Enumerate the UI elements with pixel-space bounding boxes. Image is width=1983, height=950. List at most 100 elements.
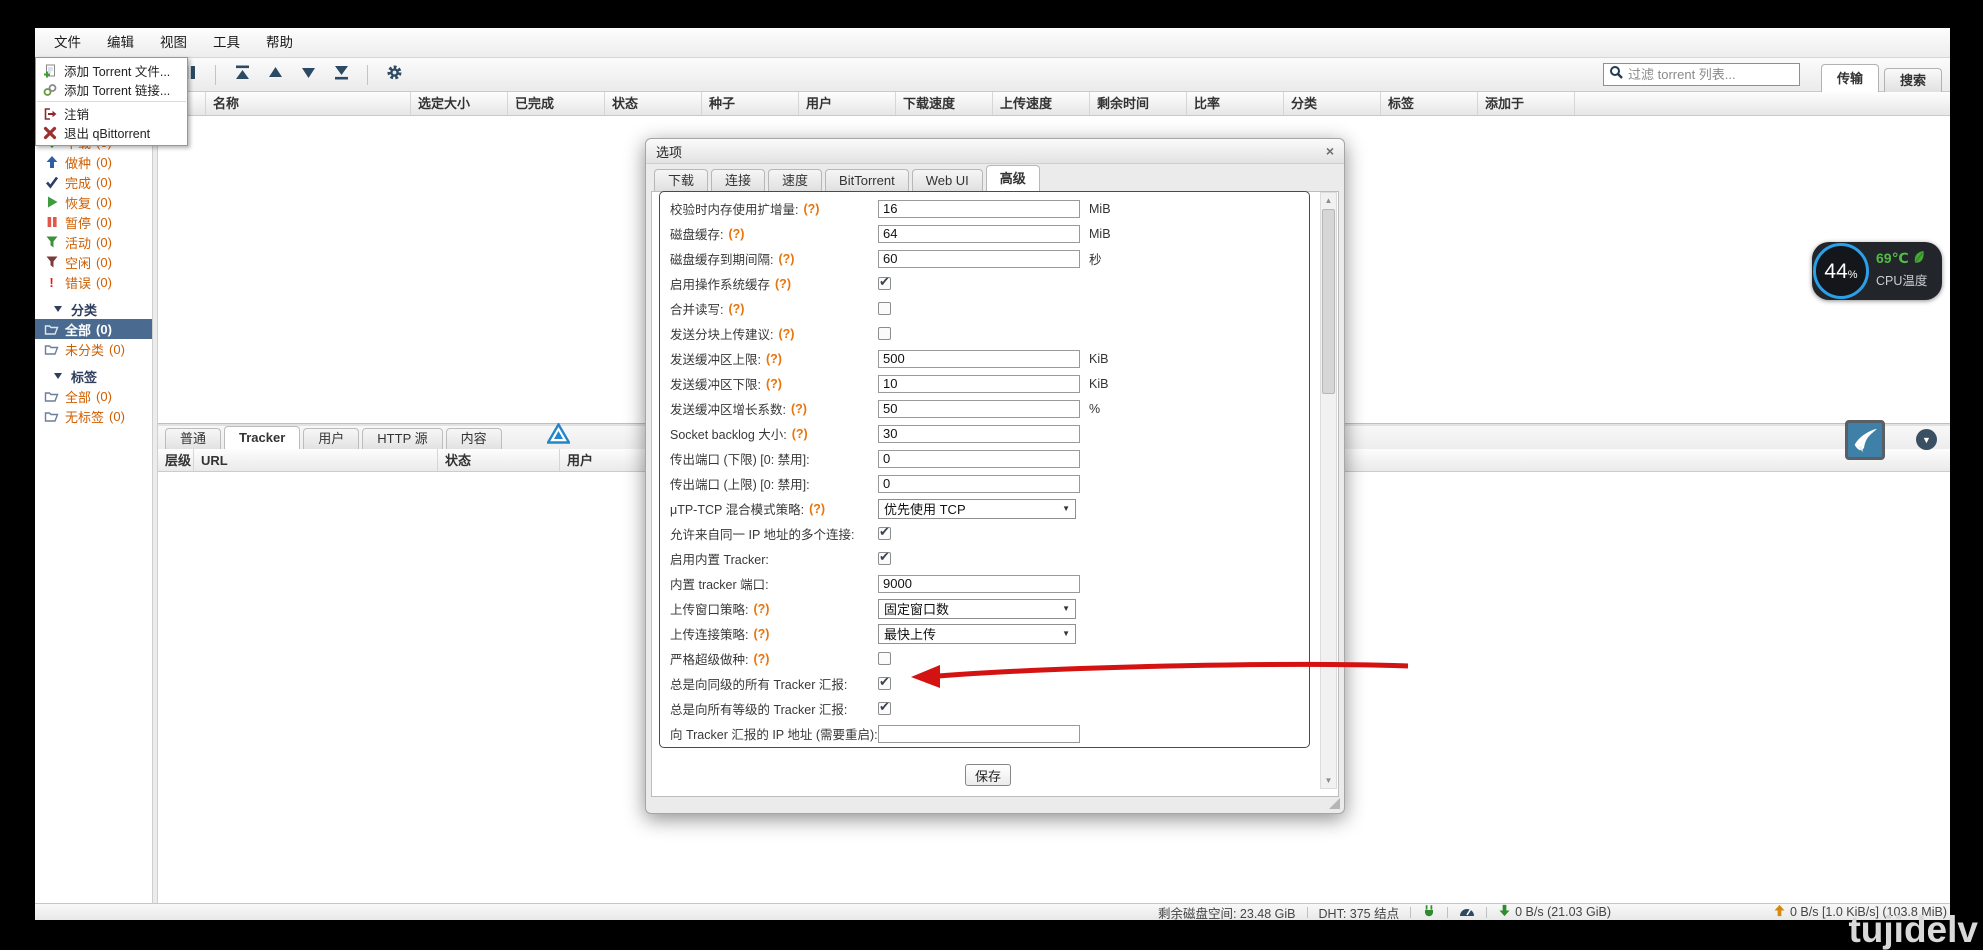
- sidebar-item-暂停[interactable]: 暂停(0): [35, 212, 152, 232]
- help-link[interactable]: (?): [775, 277, 791, 291]
- menubar-item-3[interactable]: 工具: [200, 28, 253, 57]
- setting-input[interactable]: [878, 250, 1080, 268]
- column-header-选定大小[interactable]: 选定大小: [411, 92, 508, 115]
- menubar-item-2[interactable]: 视图: [147, 28, 200, 57]
- setting-checkbox[interactable]: [878, 277, 891, 290]
- setting-input[interactable]: [878, 425, 1080, 443]
- setting-select[interactable]: 优先使用 TCP▼: [878, 499, 1076, 519]
- help-link[interactable]: (?): [766, 352, 782, 366]
- help-link[interactable]: (?): [753, 652, 769, 666]
- setting-checkbox[interactable]: [878, 527, 891, 540]
- sidebar-item-错误[interactable]: !错误(0): [35, 272, 152, 292]
- dialog-tab-Web UI[interactable]: Web UI: [912, 169, 983, 191]
- queue-down-button[interactable]: [299, 66, 317, 84]
- queue-top-button[interactable]: [233, 66, 251, 84]
- column-header-标签[interactable]: 标签: [1381, 92, 1478, 115]
- column-header-上传速度[interactable]: 上传速度: [993, 92, 1090, 115]
- setting-checkbox[interactable]: [878, 552, 891, 565]
- menu-add-torrent-file[interactable]: 添加 Torrent 文件...: [36, 61, 187, 80]
- setting-input[interactable]: [878, 725, 1080, 743]
- sidebar-item-空闲[interactable]: 空闲(0): [35, 252, 152, 272]
- sidebar-item-做种[interactable]: 做种(0): [35, 152, 152, 172]
- torrent-filter-box[interactable]: [1603, 63, 1800, 86]
- dialog-tab-高级[interactable]: 高级: [986, 165, 1040, 191]
- detail-tab-普通[interactable]: 普通: [165, 428, 221, 449]
- menubar-item-0[interactable]: 文件: [41, 28, 94, 57]
- setting-input[interactable]: [878, 350, 1080, 368]
- scroll-up-icon[interactable]: ▲: [1321, 193, 1336, 208]
- help-link[interactable]: (?): [778, 252, 794, 266]
- setting-input[interactable]: [878, 375, 1080, 393]
- connection-plug-icon[interactable]: [1422, 904, 1436, 921]
- dialog-tab-连接[interactable]: 连接: [711, 169, 765, 191]
- sidebar-item-无标签[interactable]: 无标签(0): [35, 406, 152, 426]
- sidebar-item-完成[interactable]: 完成(0): [35, 172, 152, 192]
- detail-tab-用户[interactable]: 用户: [303, 428, 359, 449]
- column-header-添加于[interactable]: 添加于: [1478, 92, 1575, 115]
- help-link[interactable]: (?): [791, 402, 807, 416]
- tracker-column-状态[interactable]: 状态: [438, 449, 560, 471]
- setting-input[interactable]: [878, 400, 1080, 418]
- help-link[interactable]: (?): [778, 327, 794, 341]
- column-header-名称[interactable]: 名称: [206, 92, 411, 115]
- tab-search[interactable]: 搜索: [1884, 68, 1942, 92]
- swallow-extension-icon[interactable]: [1845, 420, 1885, 460]
- dialog-titlebar[interactable]: 选项 ×: [646, 139, 1344, 164]
- setting-checkbox[interactable]: [878, 327, 891, 340]
- dialog-scrollbar[interactable]: ▲ ▼: [1320, 192, 1337, 789]
- collapse-panel-button[interactable]: ▼: [1916, 429, 1937, 450]
- menu-logout[interactable]: 注销: [36, 104, 187, 123]
- dialog-tab-BitTorrent[interactable]: BitTorrent: [825, 169, 909, 191]
- setting-select[interactable]: 固定窗口数▼: [878, 599, 1076, 619]
- detail-tab-Tracker[interactable]: Tracker: [224, 426, 300, 449]
- help-link[interactable]: (?): [792, 427, 808, 441]
- scroll-down-icon[interactable]: ▼: [1321, 773, 1336, 788]
- speed-gauge-icon[interactable]: [1459, 905, 1475, 920]
- column-header-用户[interactable]: 用户: [799, 92, 896, 115]
- setting-input[interactable]: [878, 200, 1080, 218]
- menubar-item-4[interactable]: 帮助: [253, 28, 306, 57]
- help-link[interactable]: (?): [803, 202, 819, 216]
- scrollbar-thumb[interactable]: [1322, 209, 1335, 394]
- tracker-column-层级[interactable]: 层级: [158, 449, 194, 471]
- sidebar-item-恢复[interactable]: 恢复(0): [35, 192, 152, 212]
- setting-checkbox[interactable]: [878, 652, 891, 665]
- column-header-下载速度[interactable]: 下载速度: [896, 92, 993, 115]
- setting-input[interactable]: [878, 225, 1080, 243]
- column-header-比率[interactable]: 比率: [1187, 92, 1284, 115]
- help-link[interactable]: (?): [766, 377, 782, 391]
- column-header-分类[interactable]: 分类: [1284, 92, 1381, 115]
- setting-checkbox[interactable]: [878, 702, 891, 715]
- menubar-item-1[interactable]: 编辑: [94, 28, 147, 57]
- help-link[interactable]: (?): [809, 502, 825, 516]
- save-button[interactable]: 保存: [965, 764, 1011, 786]
- options-button[interactable]: [385, 66, 403, 84]
- column-header-状态[interactable]: 状态: [605, 92, 702, 115]
- column-header-剩余时间[interactable]: 剩余时间: [1090, 92, 1187, 115]
- dialog-tab-速度[interactable]: 速度: [768, 169, 822, 191]
- setting-checkbox[interactable]: [878, 302, 891, 315]
- detail-tab-HTTP 源[interactable]: HTTP 源: [362, 428, 442, 449]
- column-header-已完成[interactable]: 已完成: [508, 92, 605, 115]
- cpu-monitor-widget[interactable]: 44% 69℃ CPU温度: [1812, 242, 1942, 300]
- column-header-种子[interactable]: 种子: [702, 92, 799, 115]
- sidebar-item-活动[interactable]: 活动(0): [35, 232, 152, 252]
- sidebar-item-全部[interactable]: 全部(0): [35, 386, 152, 406]
- help-link[interactable]: (?): [753, 627, 769, 641]
- setting-checkbox[interactable]: [878, 677, 891, 690]
- setting-input[interactable]: [878, 575, 1080, 593]
- sidebar-item-全部[interactable]: 全部(0): [35, 319, 152, 339]
- dialog-tab-下载[interactable]: 下载: [654, 169, 708, 191]
- queue-up-button[interactable]: [266, 66, 284, 84]
- torrent-filter-input[interactable]: [1628, 67, 1794, 82]
- help-link[interactable]: (?): [753, 602, 769, 616]
- tab-transfers[interactable]: 传输: [1821, 64, 1879, 92]
- tracker-column-URL[interactable]: URL: [194, 449, 438, 471]
- sidebar-item-未分类[interactable]: 未分类(0): [35, 339, 152, 359]
- resize-grip[interactable]: [1329, 798, 1340, 809]
- menu-quit[interactable]: 退出 qBittorrent: [36, 123, 187, 142]
- queue-bottom-button[interactable]: [332, 66, 350, 84]
- setting-select[interactable]: 最快上传▼: [878, 624, 1076, 644]
- help-link[interactable]: (?): [728, 227, 744, 241]
- setting-input[interactable]: [878, 450, 1080, 468]
